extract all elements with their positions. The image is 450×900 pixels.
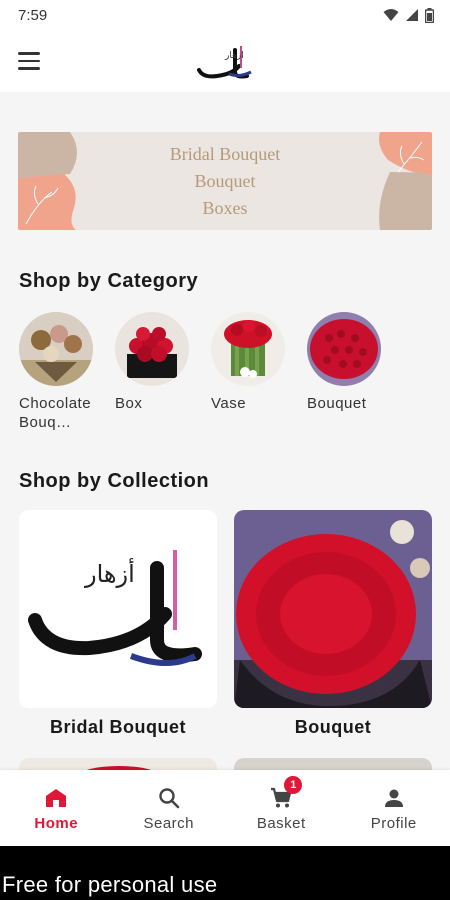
nav-label: Home bbox=[34, 814, 79, 832]
collection-label: Bridal Bouquet bbox=[50, 717, 186, 737]
cart-icon: 1 bbox=[268, 775, 303, 811]
category-section-title: Shop by Category bbox=[19, 270, 199, 292]
collection-logo-text: أزهار bbox=[84, 558, 135, 588]
category-item-box[interactable]: Box bbox=[115, 312, 191, 413]
ashar-logo-image: أزهار bbox=[19, 510, 217, 708]
collection-card-peek[interactable] bbox=[234, 758, 432, 770]
cart-badge: 1 bbox=[284, 775, 303, 794]
category-item-bouquet[interactable]: Bouquet bbox=[307, 312, 383, 413]
watermark-text: Free for personal use bbox=[2, 872, 218, 897]
category-label: Chocolate Bouq… bbox=[19, 395, 92, 431]
category-label: Vase bbox=[211, 395, 247, 412]
nav-home[interactable]: Home bbox=[0, 770, 113, 846]
wifi-icon bbox=[383, 9, 399, 21]
large-rose-bouquet-image bbox=[234, 510, 432, 708]
collection-card-bouquet[interactable]: Bouquet bbox=[234, 510, 432, 738]
bottom-nav: Home Search 1 Basket Profile bbox=[0, 770, 450, 846]
battery-icon bbox=[425, 7, 434, 23]
chocolate-bouquet-image bbox=[19, 312, 93, 386]
app-bar: ازهار bbox=[0, 30, 450, 92]
banner-line-2: Bouquet bbox=[194, 170, 256, 191]
rose-bouquet-image bbox=[307, 312, 381, 386]
nav-label: Profile bbox=[370, 814, 417, 832]
status-icons bbox=[383, 7, 434, 23]
banner-text: Bridal Bouquet Bouquet Boxes bbox=[18, 132, 432, 230]
nav-label: Basket bbox=[256, 814, 306, 832]
hamburger-icon[interactable] bbox=[18, 48, 44, 74]
nav-search[interactable]: Search bbox=[113, 770, 226, 846]
footer-bar: Free for personal use bbox=[0, 846, 450, 900]
search-icon bbox=[156, 785, 182, 811]
collection-section-title: Shop by Collection bbox=[19, 470, 210, 492]
nav-label: Search bbox=[143, 814, 195, 832]
category-item-vase[interactable]: Vase bbox=[211, 312, 287, 413]
collection-card-peek[interactable] bbox=[19, 758, 217, 770]
person-icon bbox=[381, 785, 407, 811]
promo-banner[interactable]: Bridal Bouquet Bouquet Boxes bbox=[18, 132, 432, 230]
status-bar: 7:59 bbox=[0, 0, 450, 30]
ashar-logo-icon[interactable]: ازهار bbox=[195, 38, 255, 84]
category-label: Bouquet bbox=[307, 395, 367, 412]
home-icon bbox=[43, 785, 69, 811]
status-time: 7:59 bbox=[18, 6, 48, 24]
collection-card-bridal-bouquet[interactable]: أزهار Bridal Bouquet bbox=[19, 510, 217, 738]
main-content[interactable]: Bridal Bouquet Bouquet Boxes Shop by Cat… bbox=[0, 92, 450, 770]
banner-line-3: Boxes bbox=[202, 197, 248, 218]
rose-vase-image bbox=[211, 312, 285, 386]
category-item-chocolate-bouquet[interactable]: Chocolate Bouq… bbox=[19, 312, 95, 432]
svg-text:ازهار: ازهار bbox=[224, 51, 244, 61]
banner-line-1: Bridal Bouquet bbox=[169, 143, 281, 164]
signal-icon bbox=[406, 9, 418, 21]
rose-box-image bbox=[115, 312, 189, 386]
collection-label: Bouquet bbox=[294, 717, 372, 737]
nav-basket[interactable]: 1 Basket bbox=[225, 770, 338, 846]
nav-profile[interactable]: Profile bbox=[338, 770, 450, 846]
category-label: Box bbox=[115, 395, 143, 412]
